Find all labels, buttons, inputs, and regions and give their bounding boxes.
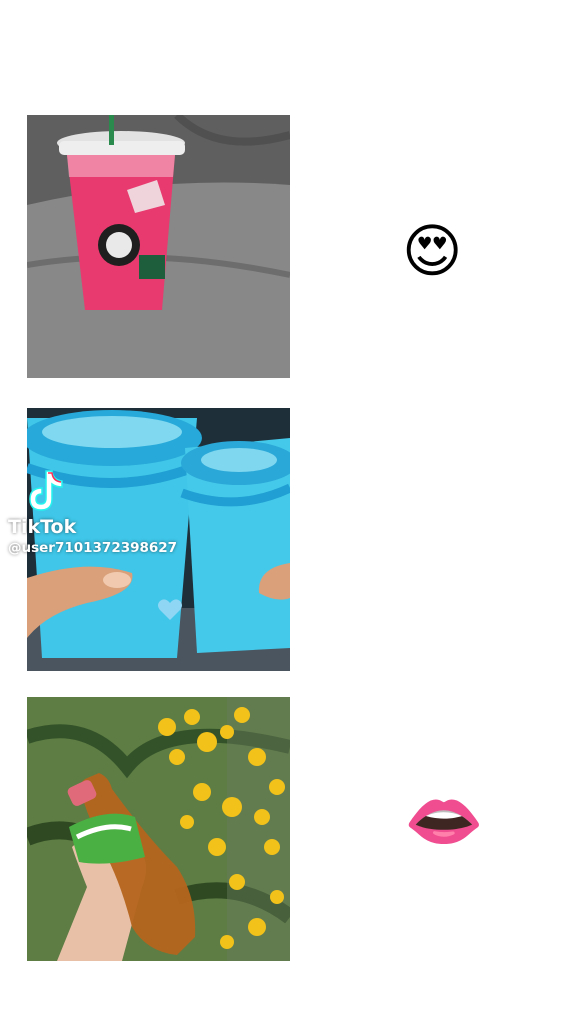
photo-fuze-tea	[27, 697, 290, 961]
photo-pink-refresher	[27, 115, 290, 378]
pink-refresher-image	[27, 115, 290, 378]
light-blue-heart-icon	[158, 599, 182, 620]
tiktok-logo-icon	[29, 470, 63, 511]
lips-emoji: 👄	[404, 785, 484, 859]
tiktok-brand-label: TikTok	[8, 516, 77, 538]
tiktok-username: @user7101372398627	[8, 540, 178, 556]
fuze-tea-image	[27, 697, 290, 961]
heart-eyes-emoji: 😍	[402, 217, 463, 285]
